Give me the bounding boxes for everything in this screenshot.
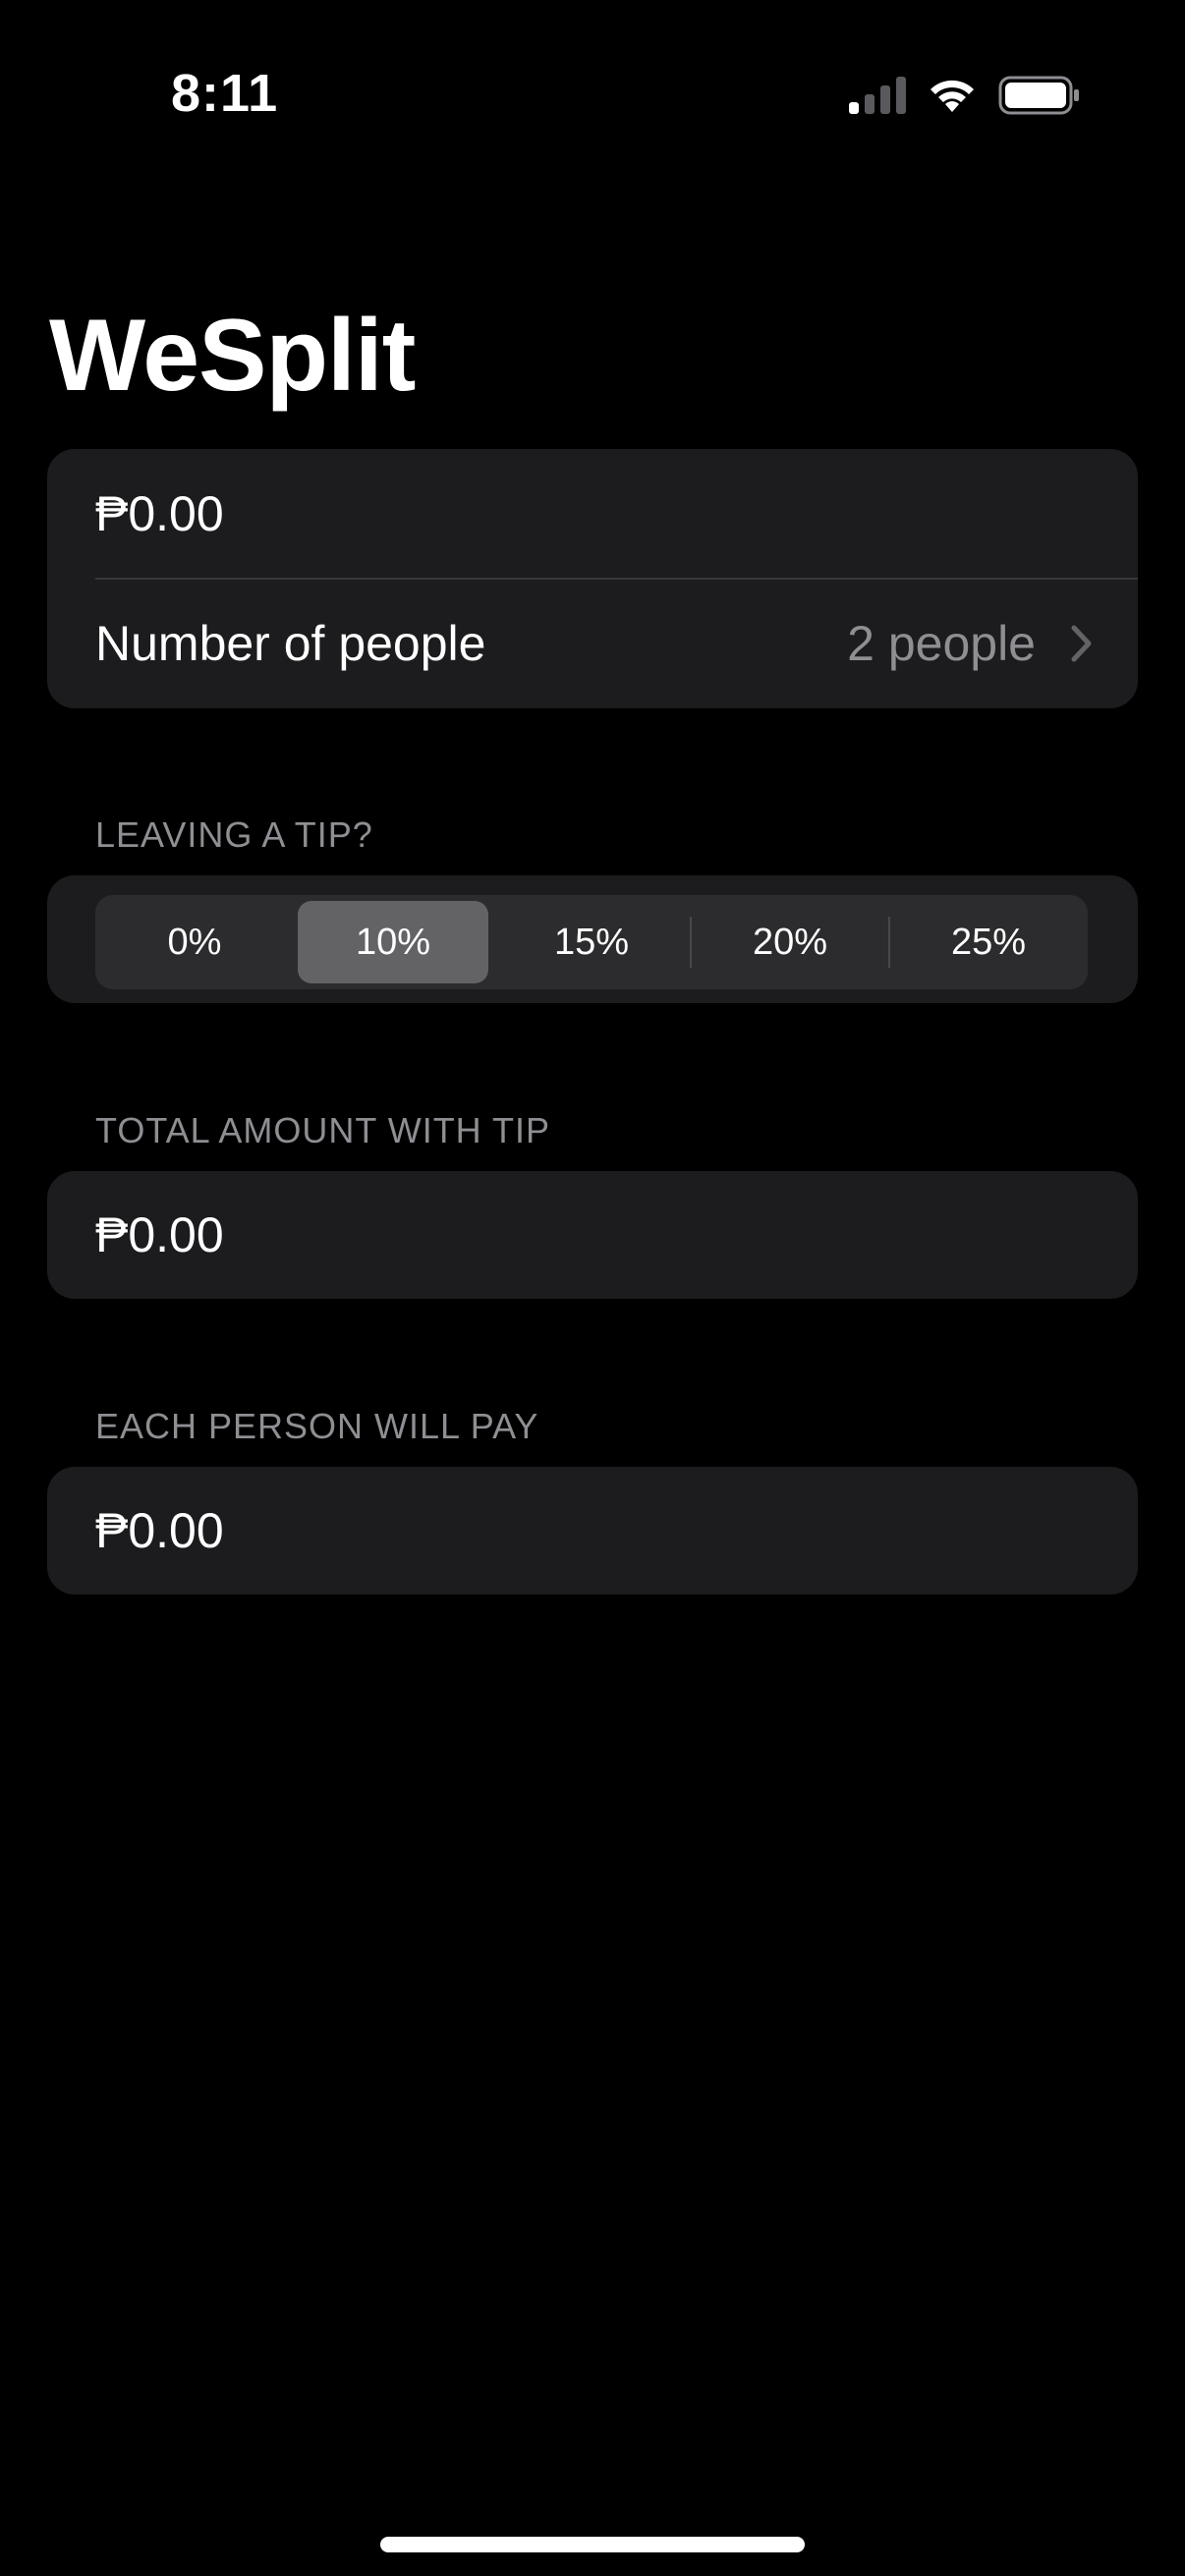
per-person-row: ₱0.00 (47, 1467, 1138, 1595)
tip-option-25[interactable]: 25% (889, 895, 1088, 989)
per-person-card: ₱0.00 (47, 1467, 1138, 1595)
tip-option-20[interactable]: 20% (691, 895, 889, 989)
per-person-value: ₱0.00 (95, 1503, 224, 1558)
status-bar: 8:11 (0, 0, 1185, 187)
tip-option-0[interactable]: 0% (95, 895, 294, 989)
page-title: WeSplit (49, 299, 416, 413)
home-indicator[interactable] (380, 2537, 805, 2552)
amount-row[interactable]: ₱0.00 (47, 449, 1138, 579)
tip-segmented-control[interactable]: 0% 10% 15% 20% 25% (95, 895, 1088, 989)
tip-option-10[interactable]: 10% (294, 895, 492, 989)
number-of-people-label: Number of people (95, 616, 486, 671)
chevron-right-icon (1071, 625, 1092, 662)
cellular-signal-icon (849, 77, 906, 114)
wifi-icon (931, 80, 974, 112)
total-section-header: TOTAL AMOUNT WITH TIP (95, 1110, 551, 1150)
total-card: ₱0.00 (47, 1171, 1138, 1299)
tip-option-15[interactable]: 15% (492, 895, 691, 989)
tip-card: 0% 10% 15% 20% 25% (47, 875, 1138, 1003)
input-card: ₱0.00 Number of people 2 people (47, 449, 1138, 708)
battery-icon (998, 76, 1079, 115)
tip-section-header: LEAVING A TIP? (95, 814, 373, 855)
number-of-people-row[interactable]: Number of people 2 people (47, 579, 1138, 708)
status-time: 8:11 (171, 64, 279, 123)
total-amount-value: ₱0.00 (95, 1207, 224, 1262)
per-person-section-header: EACH PERSON WILL PAY (95, 1406, 539, 1446)
number-of-people-value: 2 people (847, 616, 1036, 671)
total-row: ₱0.00 (47, 1171, 1138, 1299)
amount-field[interactable]: ₱0.00 (95, 485, 224, 542)
